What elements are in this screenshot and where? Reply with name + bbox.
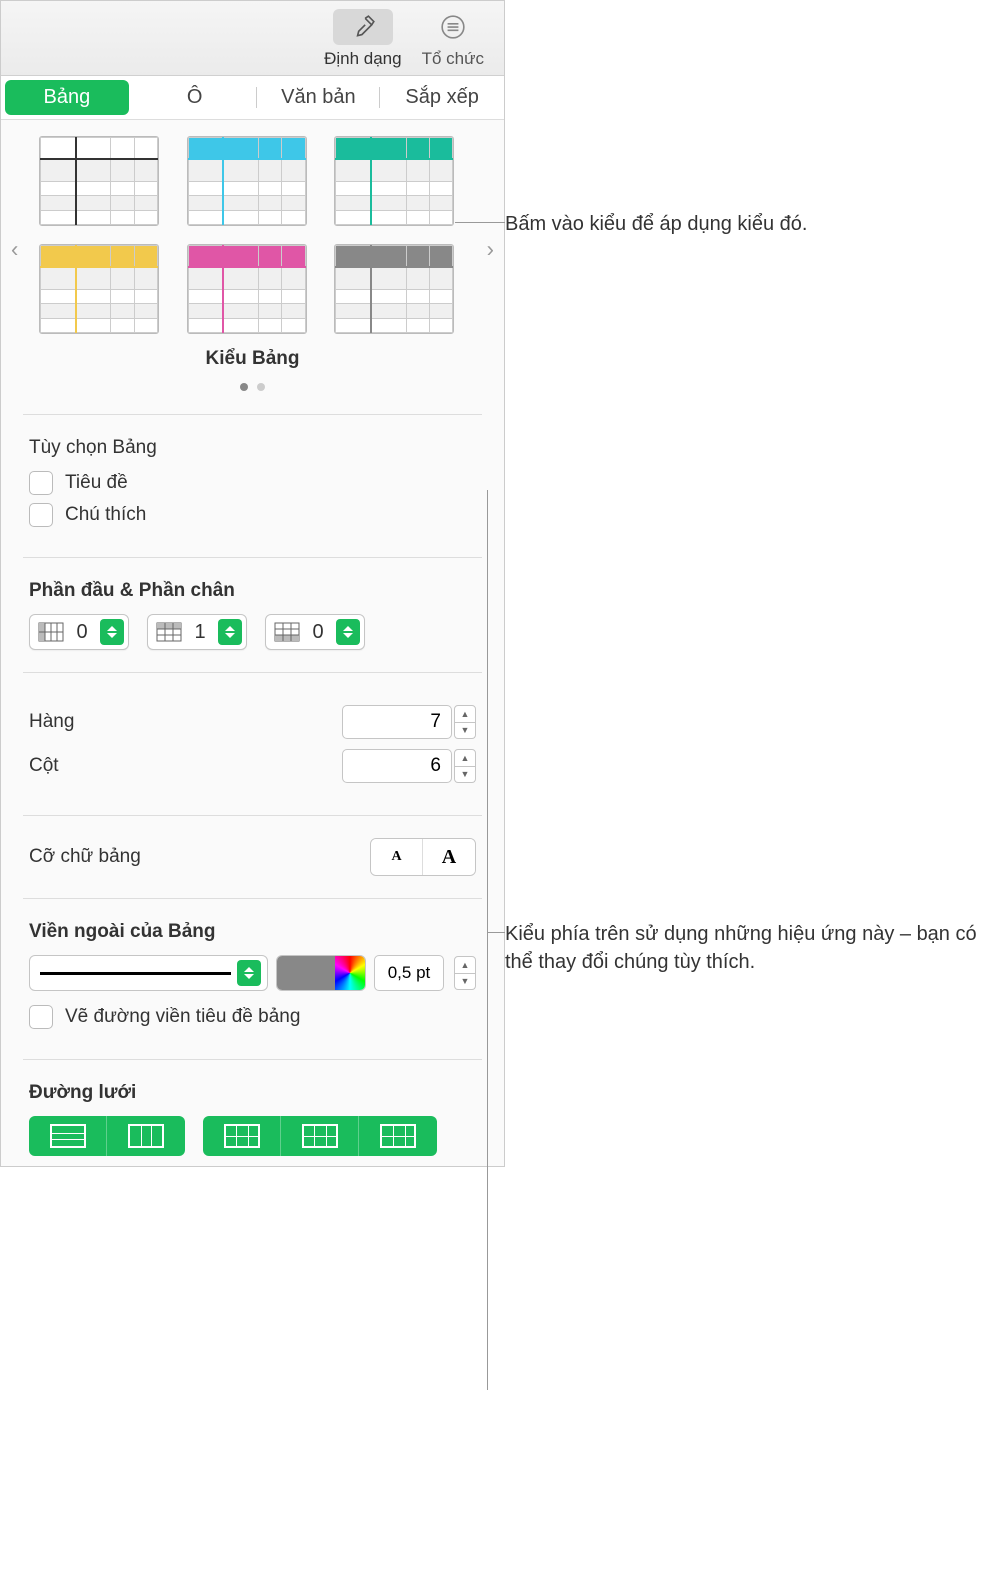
organize-label: Tổ chức [422,49,484,69]
footer-rows-stepper[interactable]: 0 [265,614,365,650]
outline-style-arrows[interactable] [237,960,261,986]
styles-next-button[interactable]: › [481,231,500,269]
rows-cols-section: Hàng ▲▼ Cột ▲▼ [1,685,504,803]
title-checkbox[interactable] [29,471,53,495]
table-style-thumb-4[interactable] [39,244,159,334]
table-outline-section: Viền ngoài của Bảng ▲▼ Vẽ đường viền tiê… [1,911,504,1047]
v-lines-icon [128,1124,164,1148]
color-wheel-icon[interactable] [335,956,365,990]
line-sample-icon [40,972,231,975]
header-v-icon [302,1124,338,1148]
cols-label: Cột [29,755,59,777]
h-lines-icon [50,1124,86,1148]
gridlines-section: Đường lưới [1,1072,504,1166]
table-style-thumb-3[interactable] [334,136,454,226]
header-cols-arrows[interactable] [100,619,124,645]
inspector-tabs: Bảng Ô Văn bản Sắp xếp [1,76,504,120]
cols-stepper[interactable]: ▲▼ [454,749,476,783]
gridlines-title: Đường lưới [29,1082,476,1104]
page-dot-1[interactable] [240,383,248,391]
outline-width-input[interactable] [374,955,444,991]
rows-label: Hàng [29,711,74,733]
table-options-section: Tùy chọn Bảng Tiêu đề Chú thích [1,427,504,545]
table-styles-title: Kiểu Bảng [9,348,496,370]
tab-table[interactable]: Bảng [5,80,129,115]
footer-row-icon [274,622,300,642]
color-swatch [277,956,335,990]
header-col-icon [38,622,64,642]
list-icon [423,9,483,45]
tab-arrange[interactable]: Sắp xếp [380,76,504,119]
font-size-segmented: A A [370,838,476,876]
outline-title-checkbox-label: Vẽ đường viền tiêu đề bảng [65,1006,300,1028]
rows-stepper[interactable]: ▲▼ [454,705,476,739]
header-columns-stepper[interactable]: 0 [29,614,129,650]
outline-style-dropdown[interactable] [29,955,268,991]
outline-title-checkbox[interactable] [29,1005,53,1029]
footer-rows-arrows[interactable] [336,619,360,645]
format-inspector-panel: Định dạng Tổ chức Bảng Ô Văn bản Sắp xếp… [0,0,505,1167]
title-checkbox-label: Tiêu đề [65,472,128,494]
gridlines-vertical-button[interactable] [107,1116,185,1156]
callout-style-click: Bấm vào kiểu để áp dụng kiểu đó. [505,210,807,238]
organize-inspector-button[interactable]: Tổ chức [422,9,484,69]
gridlines-header-v-button[interactable] [281,1116,359,1156]
font-smaller-button[interactable]: A [371,839,423,875]
header-rows-value: 1 [190,621,210,644]
gridlines-header-h-button[interactable] [203,1116,281,1156]
styles-prev-button[interactable]: ‹ [5,231,24,269]
headers-footers-section: Phần đầu & Phần chân 0 1 0 [1,570,504,660]
page-dot-2[interactable] [257,383,265,391]
headers-footers-title: Phần đầu & Phần chân [29,580,476,602]
cols-input[interactable] [342,749,452,783]
rows-input[interactable] [342,705,452,739]
header-rows-stepper[interactable]: 1 [147,614,247,650]
outline-color-well[interactable] [276,955,366,991]
gridlines-horizontal-button[interactable] [29,1116,107,1156]
footer-rows-value: 0 [308,621,328,644]
caption-checkbox[interactable] [29,503,53,527]
tab-text[interactable]: Văn bản [257,76,381,119]
header-cols-value: 0 [72,621,92,644]
page-dots [9,378,496,394]
paintbrush-icon [333,9,393,45]
table-font-row: Cỡ chữ bảng A A [1,828,504,886]
font-size-label: Cỡ chữ bảng [29,846,141,868]
header-rows-arrows[interactable] [218,619,242,645]
table-style-thumb-6[interactable] [334,244,454,334]
table-options-title: Tùy chọn Bảng [29,437,476,459]
header-row-icon [156,622,182,642]
header-h-icon [224,1124,260,1148]
table-style-thumb-5[interactable] [187,244,307,334]
format-inspector-button[interactable]: Định dạng [324,9,402,69]
caption-checkbox-label: Chú thích [65,504,146,526]
format-label: Định dạng [324,49,402,69]
table-style-thumb-1[interactable] [39,136,159,226]
outline-title: Viền ngoài của Bảng [29,921,476,943]
table-style-thumb-2[interactable] [187,136,307,226]
gridlines-footer-button[interactable] [359,1116,437,1156]
footer-lines-icon [380,1124,416,1148]
font-larger-button[interactable]: A [423,839,475,875]
annotation-area: Bấm vào kiểu để áp dụng kiểu đó. Kiểu ph… [505,0,990,1167]
callout-effects: Kiểu phía trên sử dụng những hiệu ứng nà… [505,920,990,976]
table-styles-section: ‹ › Kiểu Bảng [1,120,504,402]
outline-width-stepper[interactable]: ▲▼ [454,956,476,990]
inspector-toolbar: Định dạng Tổ chức [1,1,504,76]
tab-cell[interactable]: Ô [133,76,257,119]
